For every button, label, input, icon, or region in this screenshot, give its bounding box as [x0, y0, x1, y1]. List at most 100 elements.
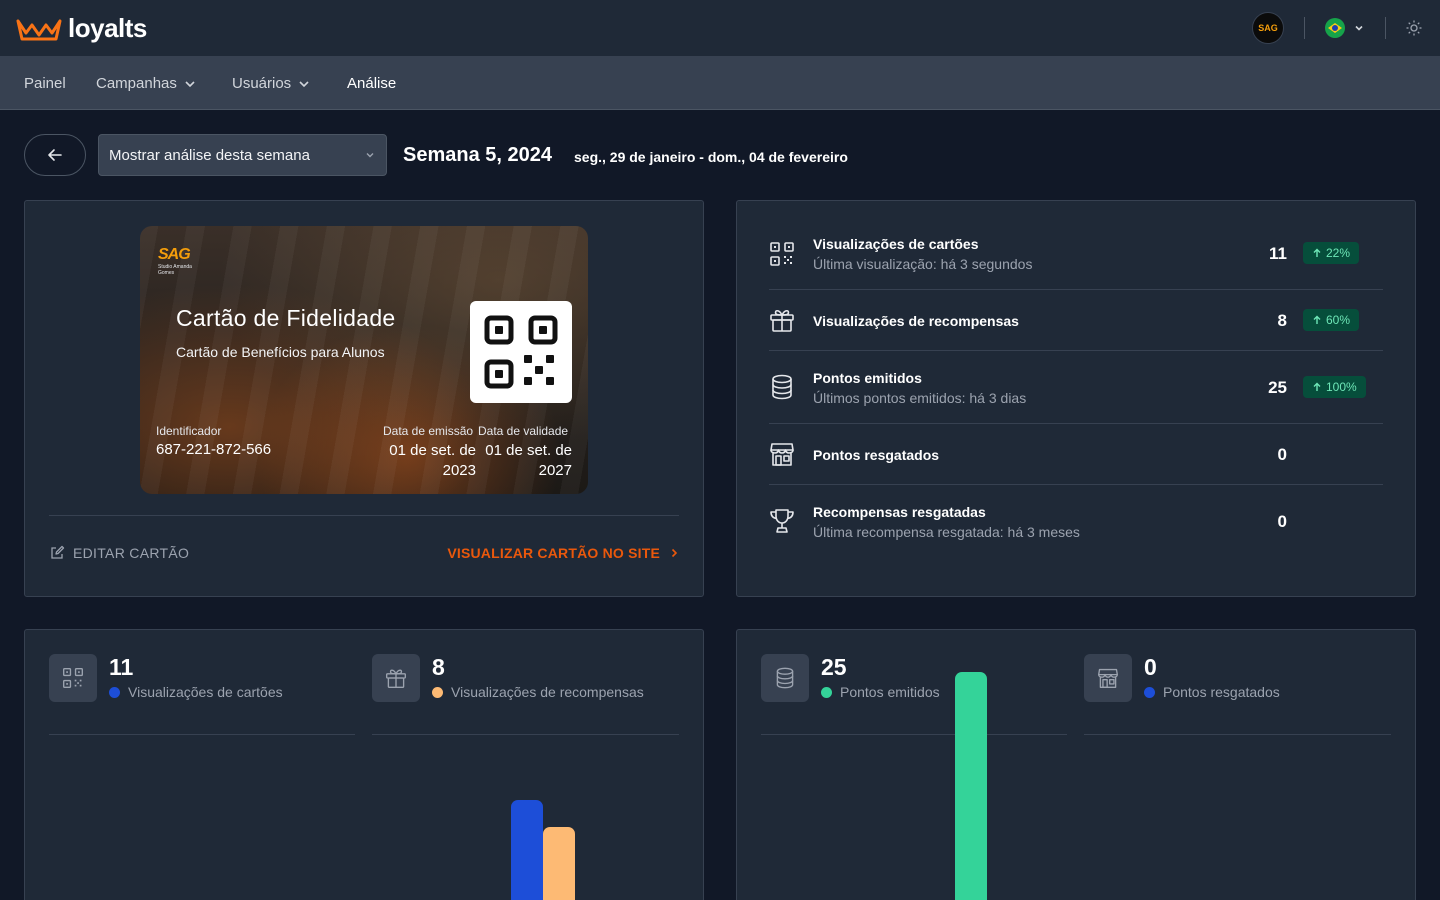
divider	[1084, 734, 1391, 735]
stat-value: 25	[1268, 378, 1287, 397]
card-logo-text: SAG	[158, 246, 191, 263]
stat-value: 0	[1277, 445, 1287, 464]
metric-value: 8	[432, 654, 445, 680]
qr-code-icon	[770, 242, 794, 266]
app-name: loyalts	[68, 13, 147, 43]
metric-icon-box	[372, 654, 420, 702]
card-issue-label: Data de emissão	[383, 424, 474, 438]
nav-item-campanhas[interactable]: Campanhas	[96, 75, 197, 92]
chevron-down-icon	[1353, 22, 1365, 34]
stat-subtitle: Última visualização: há 3 segundos	[813, 256, 1033, 272]
stat-value: 0	[1277, 512, 1287, 531]
chart-bar-reward-views	[543, 827, 575, 900]
card-title: Cartão de Fidelidade	[176, 305, 396, 331]
store-icon	[770, 443, 794, 466]
sun-icon[interactable]	[1406, 20, 1422, 36]
divider	[1304, 17, 1305, 39]
nav-label: Campanhas	[96, 75, 177, 92]
org-avatar[interactable]: SAG	[1252, 12, 1284, 44]
qr-code	[470, 301, 572, 403]
nav-label: Análise	[347, 75, 397, 92]
edit-card-link[interactable]: EDITAR CARTÃO	[49, 545, 189, 561]
view-card-label: VISUALIZAR CARTÃO NO SITE	[447, 545, 660, 561]
arrow-up-icon	[1313, 315, 1321, 324]
week-select[interactable]: Mostrar análise desta semana	[98, 134, 387, 176]
qr-code-icon	[63, 668, 83, 688]
divider	[372, 734, 679, 735]
card-logo-caption: Studio Amanda Gomes	[158, 264, 192, 276]
metric-value: 11	[109, 654, 134, 680]
divider	[1385, 17, 1386, 39]
divider	[49, 515, 679, 516]
metric-icon-box	[761, 654, 809, 702]
stat-title: Pontos resgatados	[813, 447, 940, 463]
chevron-down-icon	[299, 80, 309, 87]
divider	[769, 289, 1383, 290]
divider	[769, 350, 1383, 351]
store-icon	[1098, 668, 1118, 688]
card-issue-value: 01 de set. de 2023	[389, 442, 476, 479]
edit-card-label: EDITAR CARTÃO	[73, 545, 190, 561]
edit-icon	[51, 545, 65, 559]
week-title: Semana 5, 2024	[403, 144, 552, 166]
trend-badge-value: 22%	[1326, 246, 1351, 260]
app-logo[interactable]: loyalts	[16, 13, 147, 44]
card-exp-value: 01 de set. de 2027	[485, 442, 572, 479]
brazil-flag-icon	[1325, 18, 1345, 38]
divider	[769, 423, 1383, 424]
metric-label-text: Pontos resgatados	[1163, 684, 1280, 700]
nav-item-painel[interactable]: Painel	[24, 75, 66, 92]
language-selector[interactable]	[1325, 18, 1365, 38]
stat-subtitle: Últimos pontos emitidos: há 3 dias	[813, 390, 1027, 406]
metric-label: Visualizações de cartões	[109, 684, 283, 700]
arrow-left-icon	[48, 149, 62, 161]
legend-dot	[1144, 686, 1155, 698]
main-nav: Painel Campanhas Usuários Análise	[0, 56, 1440, 110]
legend-dot	[821, 686, 832, 698]
trend-badge: 60%	[1303, 309, 1360, 331]
stat-title: Recompensas resgatadas	[813, 504, 986, 520]
divider	[769, 484, 1383, 485]
stat-title: Visualizações de cartões	[813, 236, 979, 252]
stat-row-rewards-redeemed: Recompensas resgatadas Última recompensa…	[769, 501, 1383, 543]
divider	[49, 734, 355, 735]
view-card-link[interactable]: VISUALIZAR CARTÃO NO SITE	[447, 545, 680, 561]
chevron-down-icon	[185, 80, 195, 87]
qr-code-icon	[484, 315, 558, 389]
back-button[interactable]	[24, 134, 86, 176]
gift-icon	[770, 309, 794, 332]
nav-item-usuarios[interactable]: Usuários	[232, 75, 311, 92]
trend-badge-value: 100%	[1326, 380, 1357, 394]
nav-item-analise[interactable]: Análise	[347, 75, 396, 92]
top-right-controls: SAG	[1252, 11, 1422, 45]
metric-label-text: Pontos emitidos	[840, 684, 940, 700]
trophy-icon	[770, 509, 794, 533]
metric-label: Pontos emitidos	[821, 684, 940, 700]
arrow-up-icon	[1313, 382, 1321, 391]
coins-icon	[776, 667, 794, 689]
stat-row-points-issued: Pontos emitidos Últimos pontos emitidos:…	[769, 367, 1383, 409]
week-range: seg., 29 de janeiro - dom., 04 de fevere…	[574, 149, 848, 165]
card-id-label: Identificador	[156, 424, 222, 438]
card-exp-label: Data de validade	[478, 424, 569, 438]
divider	[761, 734, 1067, 735]
legend-dot	[109, 686, 120, 698]
metric-icon-box	[49, 654, 97, 702]
trend-badge-value: 60%	[1326, 313, 1351, 327]
metric-value: 0	[1144, 654, 1157, 680]
chart-bar-card-views	[511, 800, 543, 900]
metric-icon-box	[1084, 654, 1132, 702]
card-logo: SAG Studio Amanda Gomes	[158, 246, 202, 276]
coins-icon	[772, 374, 792, 400]
metric-value: 25	[821, 654, 847, 680]
arrow-up-icon	[1313, 248, 1321, 257]
metric-label: Visualizações de recompensas	[432, 684, 644, 700]
stat-row-reward-views: Visualizações de recompensas 8 60%	[769, 305, 1383, 335]
stat-value: 8	[1277, 311, 1287, 330]
crown-logo-icon	[16, 19, 62, 40]
stat-title: Pontos emitidos	[813, 370, 922, 386]
nav-label: Usuários	[232, 75, 292, 92]
chevron-down-icon	[366, 153, 374, 158]
loyalty-card: SAG Studio Amanda Gomes Cartão de Fideli…	[140, 226, 588, 494]
card-id-value: 687-221-872-566	[156, 441, 272, 458]
